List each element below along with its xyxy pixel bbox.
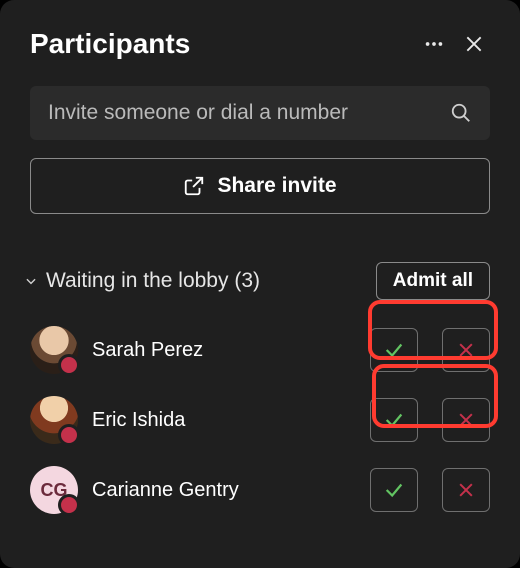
admit-all-label: Admit all: [393, 270, 473, 291]
participant-name: Sarah Perez: [92, 339, 356, 362]
x-icon: [456, 410, 476, 430]
presence-badge: [58, 354, 80, 376]
avatar: CG: [30, 466, 78, 514]
admit-button[interactable]: [370, 468, 418, 512]
deny-button[interactable]: [442, 328, 490, 372]
share-invite-button[interactable]: Share invite: [30, 158, 490, 214]
check-icon: [383, 339, 405, 361]
participant-name: Eric Ishida: [92, 409, 356, 432]
lobby-participant-row: CG Carianne Gentry: [30, 458, 490, 522]
close-icon: [464, 34, 484, 54]
check-icon: [383, 479, 405, 501]
deny-button[interactable]: [442, 398, 490, 442]
close-button[interactable]: [454, 24, 494, 64]
participant-name: Carianne Gentry: [92, 479, 356, 502]
x-icon: [456, 480, 476, 500]
check-icon: [383, 409, 405, 431]
lobby-section-header: Waiting in the lobby (3) Admit all: [30, 262, 490, 300]
x-icon: [456, 340, 476, 360]
admit-all-button[interactable]: Admit all: [376, 262, 490, 300]
collapse-toggle[interactable]: [24, 274, 46, 288]
share-icon: [183, 175, 205, 197]
avatar: [30, 396, 78, 444]
lobby-participant-row: Sarah Perez: [30, 318, 490, 382]
chevron-down-icon: [24, 274, 38, 288]
share-invite-label: Share invite: [217, 174, 336, 198]
lobby-section-title: Waiting in the lobby (3): [46, 269, 376, 293]
lobby-participant-row: Eric Ishida: [30, 388, 490, 452]
avatar: [30, 326, 78, 374]
deny-button[interactable]: [442, 468, 490, 512]
admit-button[interactable]: [370, 328, 418, 372]
lobby-list: Sarah Perez Eric Ishida: [30, 318, 490, 522]
panel-body: Invite someone or dial a number Share in…: [0, 74, 520, 522]
participants-panel: Participants Invite someone or dial a nu…: [0, 0, 520, 568]
more-options-button[interactable]: [414, 24, 454, 64]
panel-header: Participants: [0, 0, 520, 74]
presence-badge: [58, 494, 80, 516]
panel-title: Participants: [30, 28, 414, 60]
invite-search[interactable]: Invite someone or dial a number: [30, 86, 490, 140]
more-icon: [423, 33, 445, 55]
presence-badge: [58, 424, 80, 446]
admit-button[interactable]: [370, 398, 418, 442]
search-icon: [450, 102, 472, 124]
invite-search-placeholder: Invite someone or dial a number: [48, 101, 450, 125]
